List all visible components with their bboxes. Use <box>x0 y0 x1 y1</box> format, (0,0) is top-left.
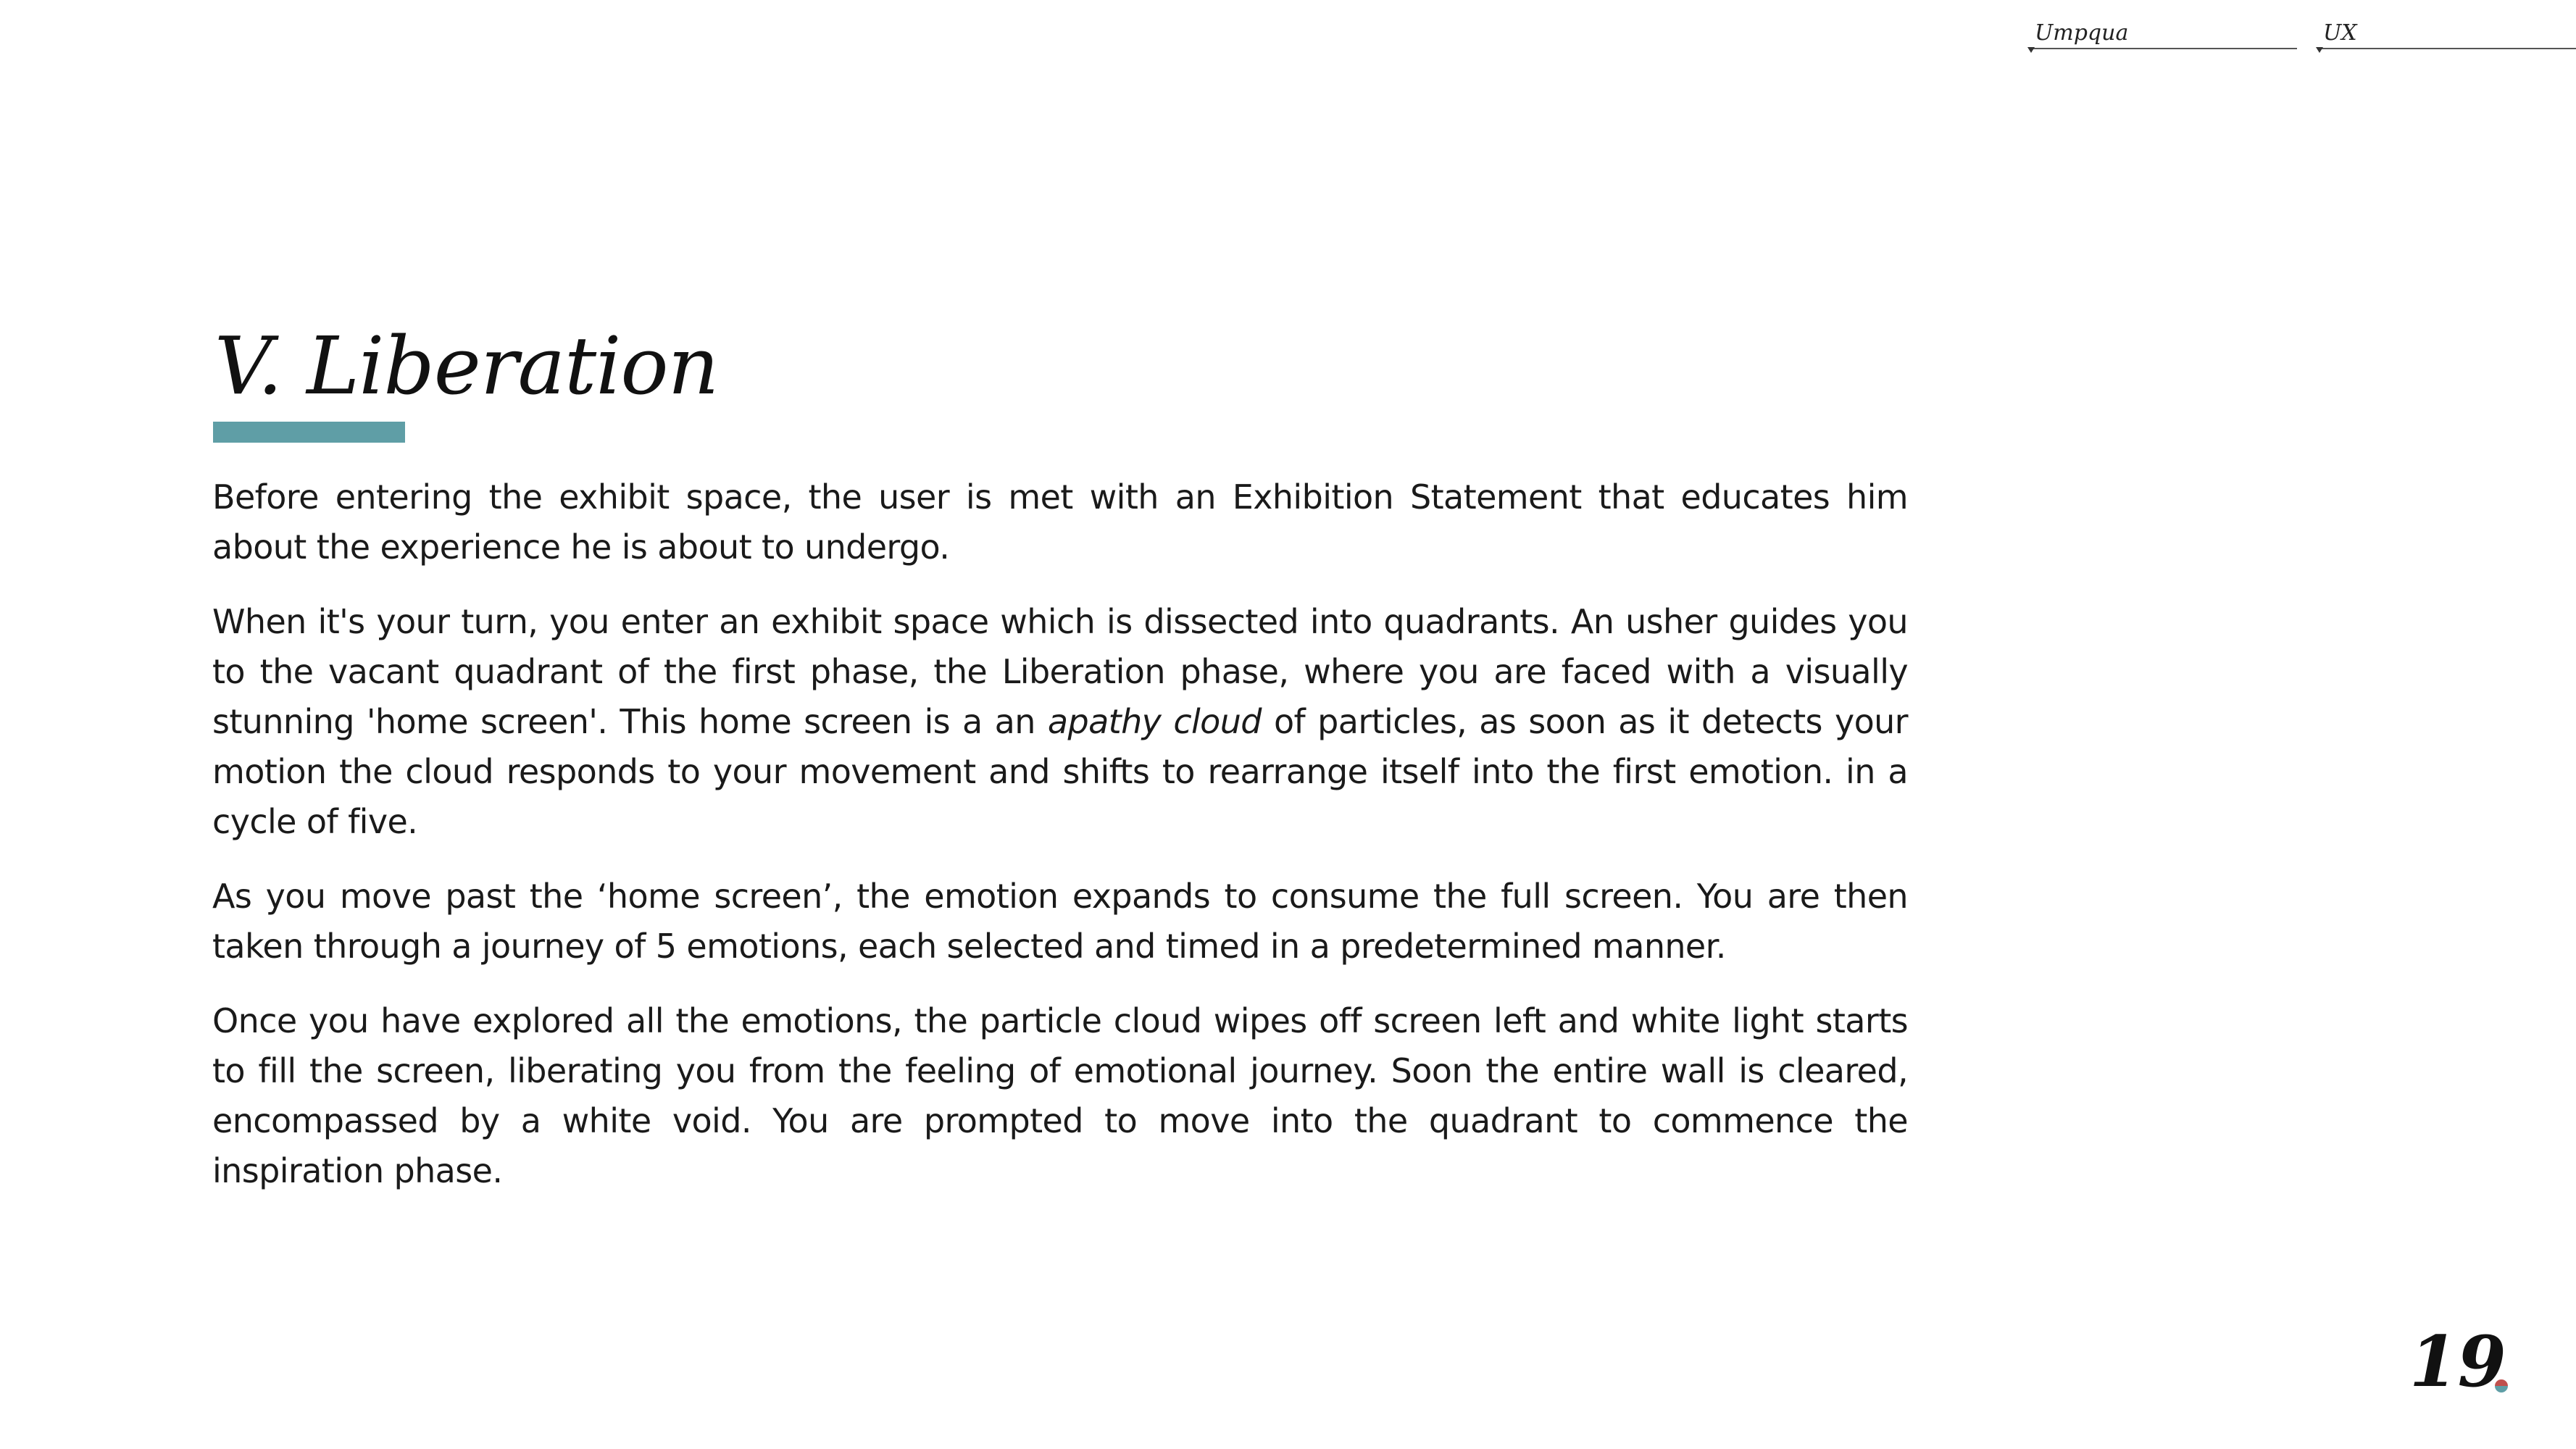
top-navigation: Umpqua UX <box>2027 19 2576 53</box>
nav-item-label: UX <box>2323 20 2357 46</box>
page-title: V. Liberation <box>214 320 720 412</box>
paragraph-intro: Before entering the exhibit space, the u… <box>212 477 1909 567</box>
page-number: 19 <box>2409 1321 2506 1403</box>
nav-item-ux[interactable]: UX <box>2316 19 2576 53</box>
nav-item-umpqua[interactable]: Umpqua <box>2027 19 2297 53</box>
paragraph-emphasis: apathy cloud <box>1047 702 1262 741</box>
title-accent-bar <box>213 422 405 443</box>
paragraph-conclusion: Once you have explored all the emotions,… <box>212 1001 1909 1190</box>
paragraph-exhibit: When it's your turn, you enter an exhibi… <box>212 597 1909 847</box>
page-number-dot-icon <box>2495 1379 2508 1392</box>
nav-item-label: Umpqua <box>2035 20 2129 46</box>
paragraph-journey: As you move past the ‘home screen’, the … <box>212 877 1909 966</box>
dot-half-red <box>2495 1379 2508 1386</box>
body-copy: Before entering the exhibit space, the u… <box>212 472 1909 1221</box>
nav-marker-icon <box>2027 47 2035 53</box>
dot-half-teal <box>2495 1386 2508 1392</box>
nav-marker-icon <box>2316 47 2323 53</box>
